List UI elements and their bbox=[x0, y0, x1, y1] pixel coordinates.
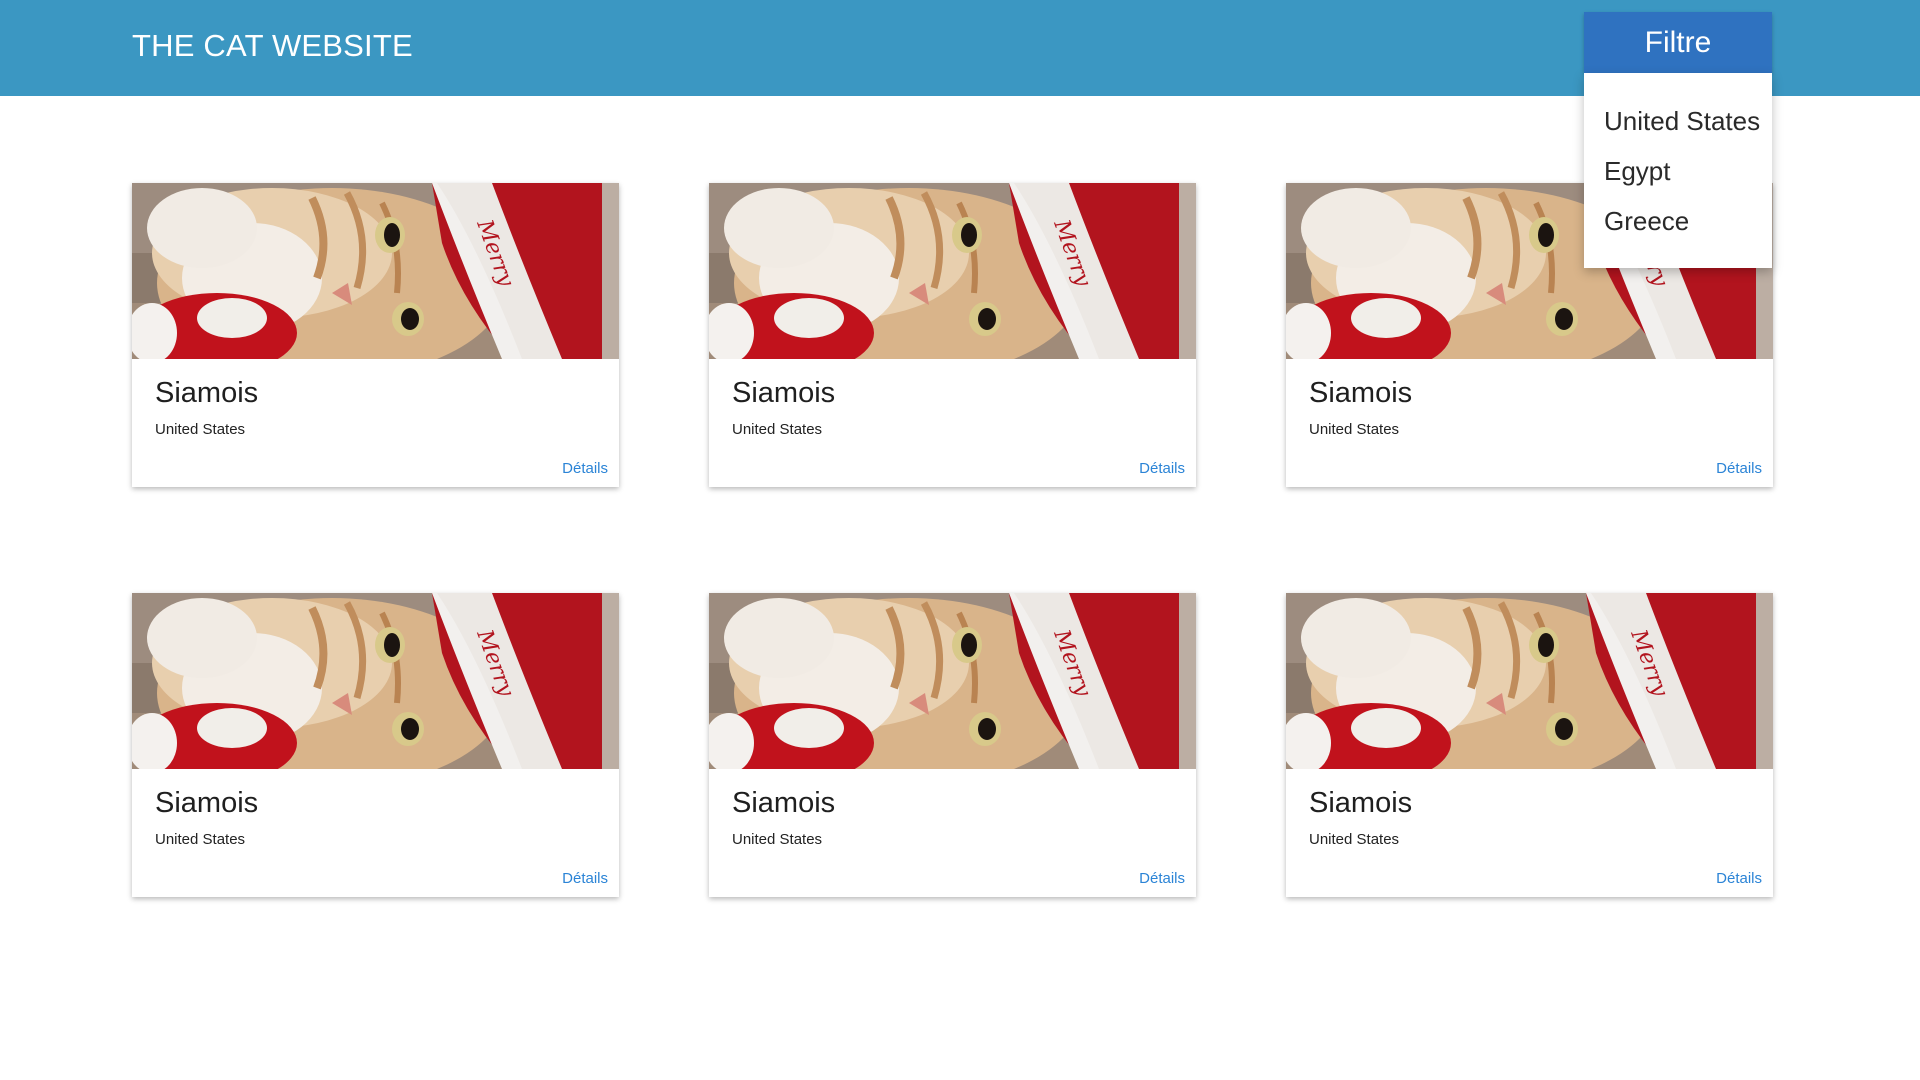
details-link[interactable]: Détails bbox=[1139, 459, 1185, 479]
details-link[interactable]: Détails bbox=[562, 459, 608, 479]
card-country: United States bbox=[155, 421, 246, 438]
card-country: United States bbox=[732, 831, 823, 848]
card-country: United States bbox=[1309, 421, 1400, 438]
cat-card: Siamois United States Détails bbox=[132, 183, 619, 487]
card-title: Siamois bbox=[732, 377, 836, 409]
cat-image bbox=[132, 593, 619, 769]
card-title: Siamois bbox=[155, 377, 259, 409]
filter-option-united-states[interactable]: United States bbox=[1584, 101, 1772, 151]
filter-button[interactable]: Filtre bbox=[1584, 12, 1772, 73]
cat-card: Siamois United States Détails bbox=[132, 593, 619, 897]
card-country: United States bbox=[155, 831, 246, 848]
filter-dropdown-menu: United States Egypt Greece bbox=[1584, 73, 1772, 268]
cat-image bbox=[132, 183, 619, 359]
cat-image bbox=[1286, 593, 1773, 769]
cat-card: Siamois United States Détails bbox=[709, 183, 1196, 487]
card-country: United States bbox=[1309, 831, 1400, 848]
card-title: Siamois bbox=[1309, 787, 1413, 819]
cat-card: Siamois United States Détails bbox=[1286, 593, 1773, 897]
card-title: Siamois bbox=[155, 787, 259, 819]
details-link[interactable]: Détails bbox=[1716, 869, 1762, 889]
card-title: Siamois bbox=[1309, 377, 1413, 409]
cat-image bbox=[709, 593, 1196, 769]
site-title[interactable]: THE CAT WEBSITE bbox=[132, 26, 413, 66]
cat-image bbox=[709, 183, 1196, 359]
details-link[interactable]: Détails bbox=[562, 869, 608, 889]
card-title: Siamois bbox=[732, 787, 836, 819]
details-link[interactable]: Détails bbox=[1716, 459, 1762, 479]
card-country: United States bbox=[732, 421, 823, 438]
filter-option-egypt[interactable]: Egypt bbox=[1584, 151, 1772, 201]
filter-option-greece[interactable]: Greece bbox=[1584, 201, 1772, 251]
cat-card: Siamois United States Détails bbox=[709, 593, 1196, 897]
details-link[interactable]: Détails bbox=[1139, 869, 1185, 889]
